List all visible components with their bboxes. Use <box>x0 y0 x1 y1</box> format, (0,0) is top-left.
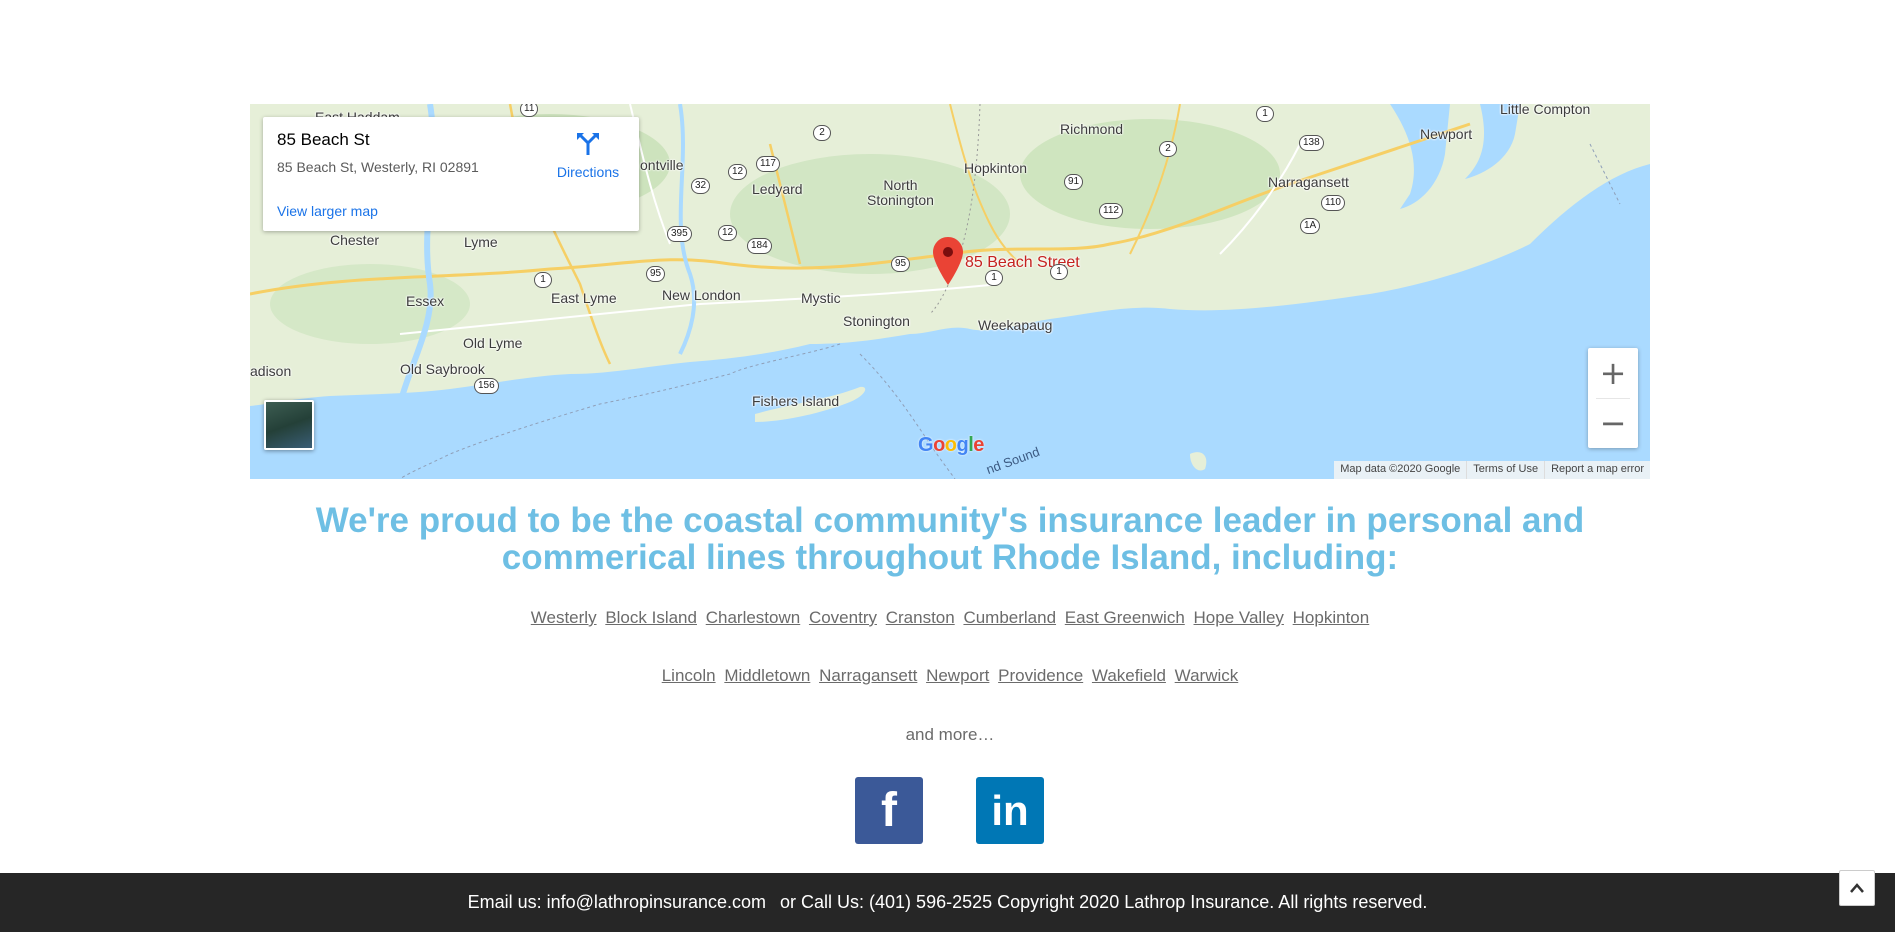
place-mystic: Mystic <box>801 290 841 306</box>
zoom-divider <box>1596 398 1630 399</box>
footer-contact-copyright: or Call Us: (401) 596-2525 Copyright 202… <box>780 892 1428 912</box>
town-link[interactable]: Hope Valley <box>1194 608 1284 627</box>
route-shield: 1 <box>1050 264 1068 280</box>
place-east-lyme: East Lyme <box>551 290 617 306</box>
map-data-credit: Map data ©2020 Google <box>1340 463 1461 475</box>
place-chester: Chester <box>330 232 380 248</box>
zoom-control: + − <box>1588 348 1638 448</box>
and-more-text: and more… <box>905 725 995 744</box>
route-shield: 95 <box>646 266 666 282</box>
route-shield: 91 <box>1064 174 1084 190</box>
place-hopkinton: Hopkinton <box>964 160 1028 176</box>
place-richmond: Richmond <box>1060 121 1124 137</box>
place-montville: ontville <box>640 157 684 173</box>
place-old-saybrook: Old Saybrook <box>400 361 485 377</box>
view-larger-map-link[interactable]: View larger map <box>277 203 378 219</box>
linkedin-icon: in <box>991 786 1029 834</box>
route-shield: 2 <box>1159 141 1177 157</box>
place-little-compton: Little Compton <box>1500 104 1591 117</box>
route-shield: 112 <box>1099 203 1123 219</box>
route-shield: 184 <box>747 238 772 254</box>
route-shield: 138 <box>1299 135 1324 151</box>
chevron-up-icon <box>1850 883 1864 893</box>
place-fishers-island: Fishers Island <box>752 393 840 409</box>
place-address: 85 Beach St, Westerly, RI 02891 <box>277 159 479 175</box>
towns-row-1: Westerly Block Island Charlestown Covent… <box>250 608 1650 628</box>
place-madison: adison <box>250 363 292 379</box>
towns-row-2: Lincoln Middletown Narragansett Newport … <box>250 666 1650 686</box>
place-narragansett: Narragansett <box>1268 174 1349 190</box>
facebook-button[interactable]: f <box>855 777 923 844</box>
footer-email[interactable]: Email us: info@lathropinsurance.com <box>468 892 766 913</box>
place-weekapaug: Weekapaug <box>978 317 1053 333</box>
place-ledyard: Ledyard <box>752 181 803 197</box>
route-shield: 1 <box>1256 106 1274 122</box>
zoom-in-button[interactable]: + <box>1588 348 1638 398</box>
place-old-lyme: Old Lyme <box>463 335 523 351</box>
route-shield: 12 <box>728 164 748 180</box>
town-link[interactable]: Cranston <box>886 608 955 627</box>
route-shield: 12 <box>718 225 738 241</box>
facebook-icon: f <box>881 784 897 837</box>
satellite-layer-toggle[interactable] <box>264 400 314 450</box>
place-newport: Newport <box>1420 126 1473 142</box>
google-logo: Google <box>918 434 984 456</box>
town-link[interactable]: Middletown <box>724 666 810 685</box>
directions-label: Directions <box>556 164 620 180</box>
town-link[interactable]: Wakefield <box>1092 666 1166 685</box>
directions-button[interactable]: Directions <box>548 131 628 180</box>
route-shield: 110 <box>1321 195 1345 211</box>
route-shield: 32 <box>691 178 711 194</box>
town-link[interactable]: Hopkinton <box>1293 608 1370 627</box>
route-shield: 1A <box>1300 218 1321 234</box>
town-link[interactable]: Lincoln <box>662 666 716 685</box>
town-link[interactable]: Block Island <box>605 608 697 627</box>
site-footer: Email us: info@lathropinsurance.com or C… <box>0 873 1895 932</box>
place-info-card: 85 Beach St 85 Beach St, Westerly, RI 02… <box>263 117 639 231</box>
town-link[interactable]: Charlestown <box>706 608 801 627</box>
directions-icon <box>577 133 599 155</box>
map-pin-icon[interactable] <box>933 237 963 285</box>
town-link[interactable]: East Greenwich <box>1065 608 1185 627</box>
route-shield: 117 <box>756 156 780 172</box>
report-map-error-link[interactable]: Report a map error <box>1544 461 1650 479</box>
linkedin-button[interactable]: in <box>976 777 1044 844</box>
town-link[interactable]: Newport <box>926 666 989 685</box>
map-attribution-bar: Map data ©2020 Google Terms of Use Repor… <box>1334 461 1650 479</box>
place-essex: Essex <box>406 293 445 309</box>
town-link[interactable]: Narragansett <box>819 666 917 685</box>
place-stonington: Stonington <box>843 313 910 329</box>
place-north-stonington: North Stonington <box>867 177 934 208</box>
headline: We're proud to be the coastal community'… <box>315 501 1585 577</box>
back-to-top-button[interactable] <box>1839 870 1875 906</box>
route-shield: 395 <box>667 226 692 242</box>
route-shield: 1 <box>534 272 552 288</box>
zoom-out-button[interactable]: − <box>1588 398 1638 448</box>
town-link[interactable]: Warwick <box>1175 666 1239 685</box>
route-shield: 2 <box>813 125 831 141</box>
place-new-london: New London <box>662 287 741 303</box>
terms-of-use-link[interactable]: Terms of Use <box>1466 461 1544 479</box>
google-map[interactable]: East Haddam ontville Ledyard North Stoni… <box>250 104 1650 479</box>
route-shield: 156 <box>474 378 499 394</box>
page: East Haddam ontville Ledyard North Stoni… <box>0 0 1895 932</box>
town-link[interactable]: Cumberland <box>963 608 1056 627</box>
town-link[interactable]: Westerly <box>531 608 597 627</box>
place-title: 85 Beach St <box>277 130 370 149</box>
route-shield: 1 <box>985 270 1003 286</box>
place-lyme: Lyme <box>464 234 498 250</box>
town-link[interactable]: Coventry <box>809 608 877 627</box>
town-link[interactable]: Providence <box>998 666 1083 685</box>
route-shield: 95 <box>891 256 911 272</box>
